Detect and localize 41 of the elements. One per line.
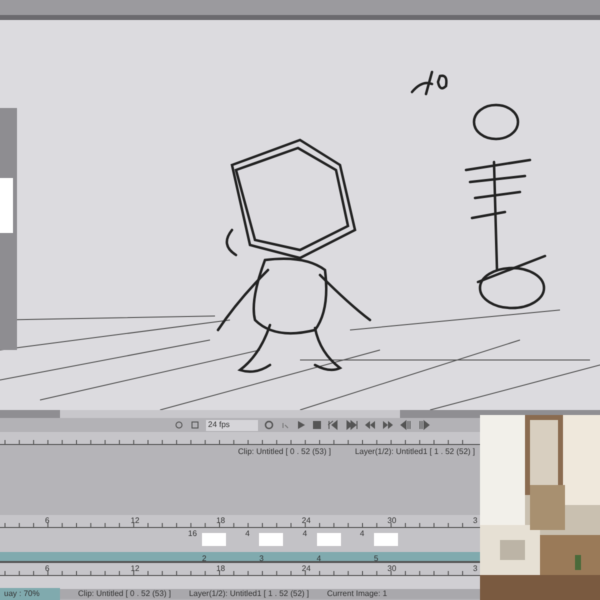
drawing-canvas[interactable] xyxy=(0,20,600,410)
keyframe-count: 4 xyxy=(302,528,308,540)
frame-number: 18 xyxy=(216,515,226,527)
frame-number: 6 xyxy=(45,515,50,527)
layer-info: Layer(1/2): Untitled1 [ 1 . 52 (52) ] xyxy=(354,446,475,458)
keyframe-number: 2 xyxy=(202,553,206,565)
next-frame-icon[interactable] xyxy=(418,420,430,430)
keyframe-count: 4 xyxy=(245,528,250,540)
frame-number: 30 xyxy=(387,563,396,575)
zoom-level: uay : 70% xyxy=(0,588,60,600)
frame-number: 3 xyxy=(473,515,478,527)
scrollbar-thumb[interactable] xyxy=(60,410,400,418)
layer-info: Layer(1/2): Untitled1 [ 1 . 52 (52) ] xyxy=(188,588,309,600)
frame-number: 30 xyxy=(387,515,396,527)
stop-icon[interactable] xyxy=(312,420,322,430)
last-frame-icon[interactable] xyxy=(346,420,358,430)
keyframe-number: 3 xyxy=(259,553,264,565)
frame-number: 18 xyxy=(216,563,226,575)
keyframe-number: 5 xyxy=(374,553,378,565)
frame-number: 3 xyxy=(473,563,478,575)
keyframe-count: 16 xyxy=(188,528,197,540)
clip-info: Clip: Untitled [ 0 . 52 (53) ] xyxy=(238,446,331,458)
scrollbar[interactable] xyxy=(0,410,600,418)
clip-info: Clip: Untitled [ 0 . 52 (53) ] xyxy=(78,588,171,600)
keyframe-count: 4 xyxy=(360,528,364,540)
frame-number: 12 xyxy=(130,515,140,527)
rewind-icon[interactable] xyxy=(364,420,376,430)
current-image: Current Image: 1 xyxy=(327,588,388,600)
frame-number: 12 xyxy=(130,563,140,575)
frame-number: 24 xyxy=(302,515,311,527)
frame-number: 24 xyxy=(302,563,311,575)
fps-field[interactable]: 24 fps xyxy=(206,420,258,430)
first-frame-icon[interactable] xyxy=(328,420,340,430)
previous-frame-icon[interactable] xyxy=(400,420,412,430)
timeline-scrollbar[interactable] xyxy=(0,576,480,589)
frame-number: 6 xyxy=(45,563,50,575)
settings-icon[interactable] xyxy=(264,420,274,430)
step-icon[interactable] xyxy=(280,420,290,430)
play-icon[interactable] xyxy=(296,420,306,430)
fast-forward-icon[interactable] xyxy=(382,420,394,430)
keyframe-number: 4 xyxy=(316,553,322,565)
